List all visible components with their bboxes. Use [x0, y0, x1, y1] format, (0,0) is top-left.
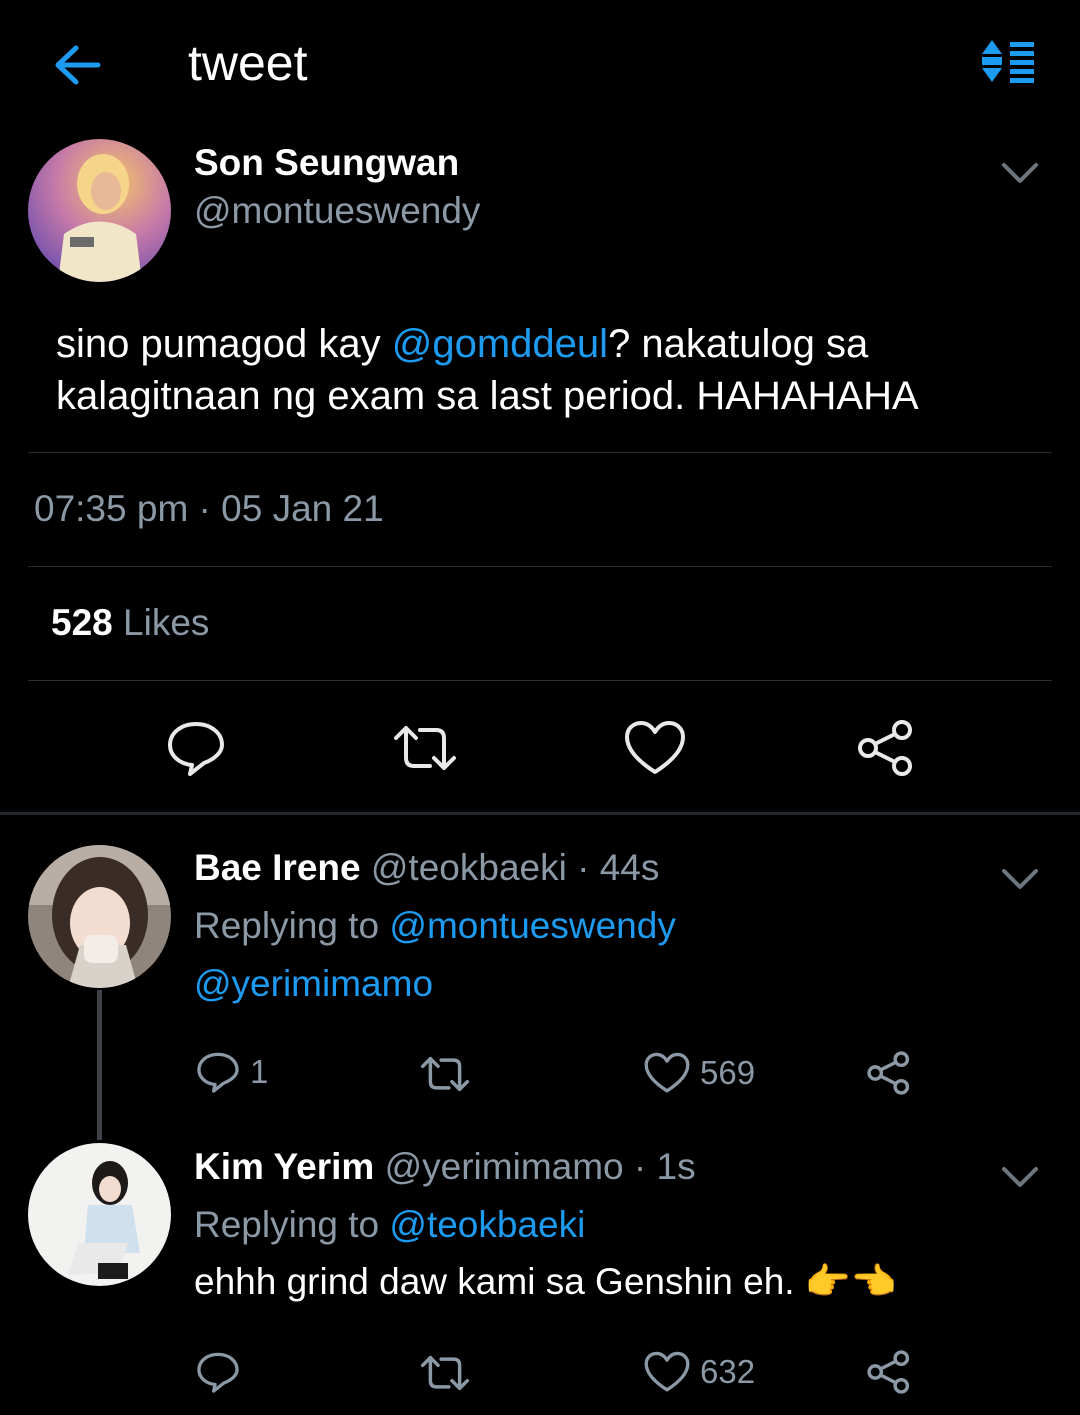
reply-body: @yerimimamo	[194, 963, 433, 1005]
avatar-bae-irene[interactable]	[28, 845, 171, 988]
chevron-down-icon[interactable]	[1000, 866, 1040, 892]
share-icon[interactable]	[856, 718, 916, 778]
author-name[interactable]: Son Seungwan	[194, 142, 459, 184]
heart-icon	[644, 1351, 690, 1392]
likes-count: 528	[51, 602, 113, 643]
retweet-button[interactable]	[418, 1054, 472, 1094]
retweet-icon[interactable]	[390, 722, 460, 774]
divider	[28, 566, 1052, 567]
reply-author-line[interactable]: Bae Irene @teokbaeki · 44s	[194, 847, 659, 889]
replying-to-line: Replying to @montueswendy	[194, 905, 676, 947]
chevron-down-icon[interactable]	[1000, 160, 1040, 186]
tweet-text: sino pumagod kay @gomddeul? nakatulog sa…	[56, 318, 1056, 422]
share-icon	[867, 1051, 910, 1095]
like-button[interactable]: 632	[644, 1351, 755, 1393]
likes-stat[interactable]: 528 Likes	[51, 602, 209, 644]
like-button[interactable]: 569	[644, 1052, 755, 1094]
replying-label: Replying to	[194, 1204, 380, 1245]
mention-link[interactable]: @gomddeul	[392, 322, 608, 366]
replying-to-mention[interactable]: @teokbaeki	[389, 1204, 585, 1245]
reply-author-meta: @teokbaeki · 44s	[370, 847, 660, 888]
share-button[interactable]	[866, 1349, 912, 1395]
reply-author-meta: @yerimimamo · 1s	[384, 1146, 696, 1187]
reply-button[interactable]	[196, 1350, 240, 1394]
share-icon	[867, 1350, 910, 1394]
reply-author-name: Bae Irene	[194, 847, 361, 888]
avatar-son-seungwan[interactable]	[28, 139, 171, 282]
like-count: 569	[700, 1054, 756, 1091]
reply-icon[interactable]	[166, 718, 226, 778]
tweet-timestamp: 07:35 pm · 05 Jan 21	[34, 488, 384, 529]
likes-label: Likes	[123, 602, 210, 643]
reply-body: ehhh grind daw kami sa Genshin eh. 👉👈	[194, 1261, 897, 1302]
divider	[28, 680, 1052, 681]
reply-count: 1	[250, 1053, 269, 1090]
tweet-text-pre: sino pumagod kay	[56, 322, 392, 366]
avatar-kim-yerim[interactable]	[28, 1143, 171, 1286]
section-divider	[0, 812, 1080, 815]
reply-author-name: Kim Yerim	[194, 1146, 375, 1187]
top-app-bar: tweet	[0, 0, 1080, 125]
reply-author-line[interactable]: Kim Yerim @yerimimamo · 1s	[194, 1146, 696, 1188]
reply-button[interactable]: 1	[196, 1050, 268, 1094]
retweet-icon	[420, 1056, 470, 1092]
chevron-down-icon[interactable]	[1000, 1164, 1040, 1190]
replying-label: Replying to	[194, 905, 380, 946]
heart-icon[interactable]	[624, 720, 686, 776]
heart-icon	[644, 1052, 690, 1093]
sort-icon[interactable]	[978, 38, 1038, 86]
retweet-button[interactable]	[418, 1353, 472, 1393]
reply-icon	[197, 1052, 239, 1093]
share-button[interactable]	[866, 1050, 912, 1096]
page-title: tweet	[188, 35, 308, 91]
author-handle[interactable]: @montueswendy	[194, 190, 480, 232]
divider	[28, 452, 1052, 453]
replying-to-line: Replying to @teokbaeki	[194, 1204, 585, 1246]
retweet-icon	[420, 1355, 470, 1391]
back-arrow-icon[interactable]	[48, 38, 108, 92]
reply-icon	[197, 1352, 239, 1393]
replying-to-mention[interactable]: @montueswendy	[389, 905, 675, 946]
mention-link[interactable]: @yerimimamo	[194, 963, 433, 1004]
thread-connector	[97, 990, 102, 1140]
like-count: 632	[700, 1353, 756, 1390]
